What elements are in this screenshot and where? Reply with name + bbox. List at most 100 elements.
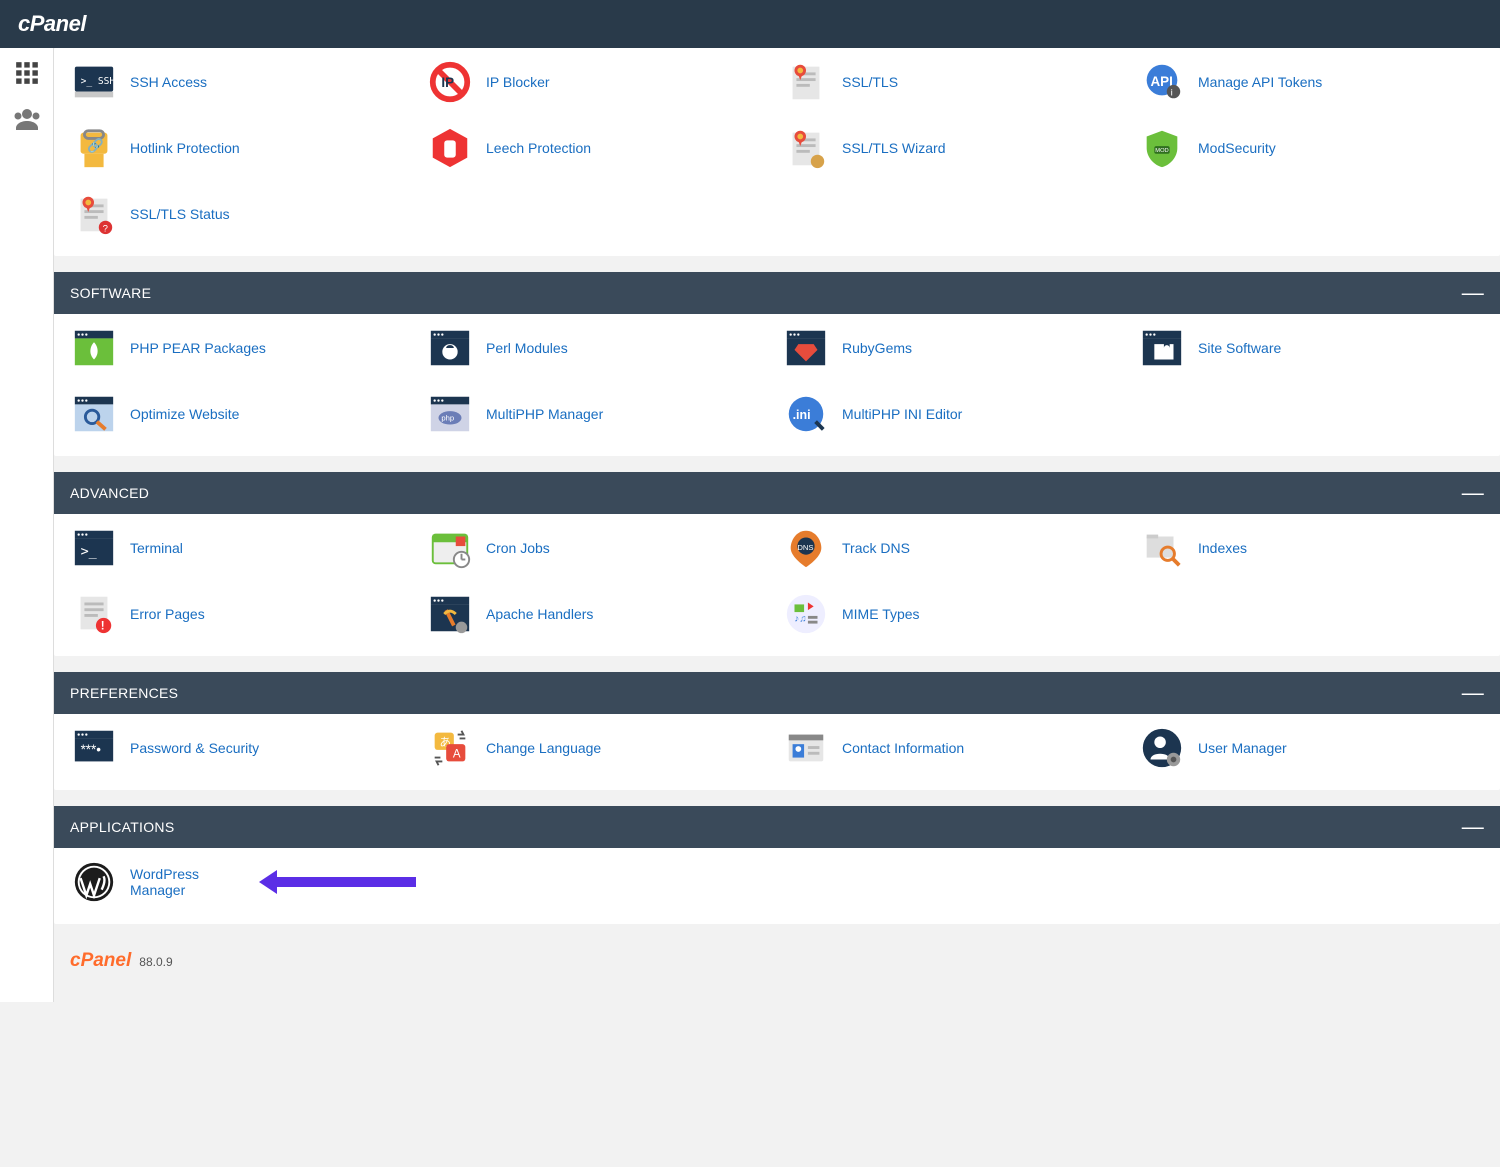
site-software-icon bbox=[1138, 324, 1186, 372]
svg-text:>_: >_ bbox=[81, 545, 98, 560]
tile-multiphp-manager[interactable]: phpMultiPHP Manager bbox=[426, 390, 772, 438]
svg-text:!: ! bbox=[101, 620, 105, 632]
section-title: APPLICATIONS bbox=[70, 819, 174, 835]
highlight-arrow bbox=[277, 877, 416, 887]
tile-contact-information[interactable]: Contact Information bbox=[782, 724, 1128, 772]
tile-php-pear-packages[interactable]: PHP PEAR Packages bbox=[70, 324, 416, 372]
ssl-tls-icon bbox=[782, 58, 830, 106]
tile-site-software[interactable]: Site Software bbox=[1138, 324, 1484, 372]
tile-indexes[interactable]: Indexes bbox=[1138, 524, 1484, 572]
perl-modules-icon bbox=[426, 324, 474, 372]
tile-label: Contact Information bbox=[842, 740, 964, 756]
tile-label: Perl Modules bbox=[486, 340, 568, 356]
tile-ssl-tls-wizard[interactable]: SSL/TLS Wizard bbox=[782, 124, 1128, 172]
collapse-icon[interactable]: — bbox=[1462, 482, 1484, 504]
panel-security: >_ SSH SSH Access IP IP Blocker SSL/TLS APIi M… bbox=[54, 48, 1500, 256]
tile-label: Track DNS bbox=[842, 540, 910, 556]
tile-label: ModSecurity bbox=[1198, 140, 1276, 156]
tile-label: SSL/TLS Wizard bbox=[842, 140, 945, 156]
tile-optimize-website[interactable]: Optimize Website bbox=[70, 390, 416, 438]
cpanel-logo: cPanel bbox=[18, 11, 86, 37]
tile-wordpress-manager[interactable]: WordPress Manager bbox=[70, 858, 416, 906]
footer-brand: cPanel bbox=[70, 950, 131, 972]
tile-apache-handlers[interactable]: Apache Handlers bbox=[426, 590, 772, 638]
section-header-software[interactable]: SOFTWARE— bbox=[54, 272, 1500, 314]
tile-label: IP Blocker bbox=[486, 74, 550, 90]
tile-cron-jobs[interactable]: Cron Jobs bbox=[426, 524, 772, 572]
tile-label: SSL/TLS bbox=[842, 74, 898, 90]
tile-ssh-access[interactable]: >_ SSH SSH Access bbox=[70, 58, 416, 106]
svg-text:?: ? bbox=[103, 223, 108, 234]
tile-modsecurity[interactable]: MOD ModSecurity bbox=[1138, 124, 1484, 172]
tile-change-language[interactable]: あAChange Language bbox=[426, 724, 772, 772]
tile-track-dns[interactable]: DNS Track DNS bbox=[782, 524, 1128, 572]
tile-multiphp-ini-editor[interactable]: .iniMultiPHP INI Editor bbox=[782, 390, 1128, 438]
tile-hotlink-protection[interactable]: 🔗 Hotlink Protection bbox=[70, 124, 416, 172]
ssl-tls-wizard-icon bbox=[782, 124, 830, 172]
topbar: cPanel bbox=[0, 0, 1500, 48]
panel-applications: APPLICATIONS — WordPress Manager bbox=[54, 806, 1500, 924]
collapse-icon[interactable]: — bbox=[1462, 816, 1484, 838]
terminal-icon: >_ bbox=[70, 524, 118, 572]
tile-label: Hotlink Protection bbox=[130, 140, 240, 156]
tile-ssl-tls-status[interactable]: ? SSL/TLS Status bbox=[70, 190, 416, 238]
svg-text:.ini: .ini bbox=[793, 408, 811, 422]
leech-protection-icon bbox=[426, 124, 474, 172]
multiphp-manager-icon: php bbox=[426, 390, 474, 438]
section-header-applications[interactable]: APPLICATIONS — bbox=[54, 806, 1500, 848]
user-manager-icon bbox=[1138, 724, 1186, 772]
multiphp-ini-editor-icon: .ini bbox=[782, 390, 830, 438]
hotlink-protection-icon: 🔗 bbox=[70, 124, 118, 172]
panel-advanced: ADVANCED— >_ Terminal Cron JobsDNS Track DNS… bbox=[54, 472, 1500, 656]
track-dns-icon: DNS bbox=[782, 524, 830, 572]
svg-text:MOD: MOD bbox=[1155, 148, 1168, 154]
tile-error-pages[interactable]: !Error Pages bbox=[70, 590, 416, 638]
svg-text:🔗: 🔗 bbox=[87, 137, 104, 154]
nav-tools-icon[interactable] bbox=[12, 58, 42, 88]
tile-manage-api-tokens[interactable]: APIi Manage API Tokens bbox=[1138, 58, 1484, 106]
tile-label: SSL/TLS Status bbox=[130, 206, 230, 222]
optimize-website-icon bbox=[70, 390, 118, 438]
svg-text:>_ SSH: >_ SSH bbox=[81, 76, 116, 87]
ssl-tls-status-icon: ? bbox=[70, 190, 118, 238]
section-header-advanced[interactable]: ADVANCED— bbox=[54, 472, 1500, 514]
tile-label: Terminal bbox=[130, 540, 183, 556]
section-title: PREFERENCES bbox=[70, 685, 178, 701]
section-header-preferences[interactable]: PREFERENCES — bbox=[54, 672, 1500, 714]
left-sidebar bbox=[0, 48, 54, 1002]
tile-perl-modules[interactable]: Perl Modules bbox=[426, 324, 772, 372]
cron-jobs-icon bbox=[426, 524, 474, 572]
rubygems-icon bbox=[782, 324, 830, 372]
modsecurity-icon: MOD bbox=[1138, 124, 1186, 172]
tile-label: User Manager bbox=[1198, 740, 1287, 756]
main-content: >_ SSH SSH Access IP IP Blocker SSL/TLS APIi M… bbox=[54, 48, 1500, 1002]
tile-rubygems[interactable]: RubyGems bbox=[782, 324, 1128, 372]
svg-text:***•: ***• bbox=[81, 742, 102, 757]
tile-mime-types[interactable]: ♪♫ MIME Types bbox=[782, 590, 1128, 638]
indexes-icon bbox=[1138, 524, 1186, 572]
tile-label: Indexes bbox=[1198, 540, 1247, 556]
tile-label: SSH Access bbox=[130, 74, 207, 90]
tile-leech-protection[interactable]: Leech Protection bbox=[426, 124, 772, 172]
nav-users-icon[interactable] bbox=[12, 104, 42, 134]
collapse-icon[interactable]: — bbox=[1462, 282, 1484, 304]
tile-ip-blocker[interactable]: IP IP Blocker bbox=[426, 58, 772, 106]
svg-text:♪♫: ♪♫ bbox=[795, 614, 807, 625]
tile-terminal[interactable]: >_ Terminal bbox=[70, 524, 416, 572]
ssh-access-icon: >_ SSH bbox=[70, 58, 118, 106]
manage-api-tokens-icon: APIi bbox=[1138, 58, 1186, 106]
svg-text:php: php bbox=[441, 414, 454, 423]
tile-label: MIME Types bbox=[842, 606, 920, 622]
footer-version: 88.0.9 bbox=[139, 955, 172, 969]
ip-blocker-icon: IP bbox=[426, 58, 474, 106]
contact-information-icon bbox=[782, 724, 830, 772]
error-pages-icon: ! bbox=[70, 590, 118, 638]
tile-label: Site Software bbox=[1198, 340, 1281, 356]
tile-user-manager[interactable]: User Manager bbox=[1138, 724, 1484, 772]
tile-password-security[interactable]: ***•Password & Security bbox=[70, 724, 416, 772]
collapse-icon[interactable]: — bbox=[1462, 682, 1484, 704]
footer: cPanel 88.0.9 bbox=[54, 940, 1500, 982]
tile-label: Manage API Tokens bbox=[1198, 74, 1322, 90]
tile-ssl-tls[interactable]: SSL/TLS bbox=[782, 58, 1128, 106]
apache-handlers-icon bbox=[426, 590, 474, 638]
